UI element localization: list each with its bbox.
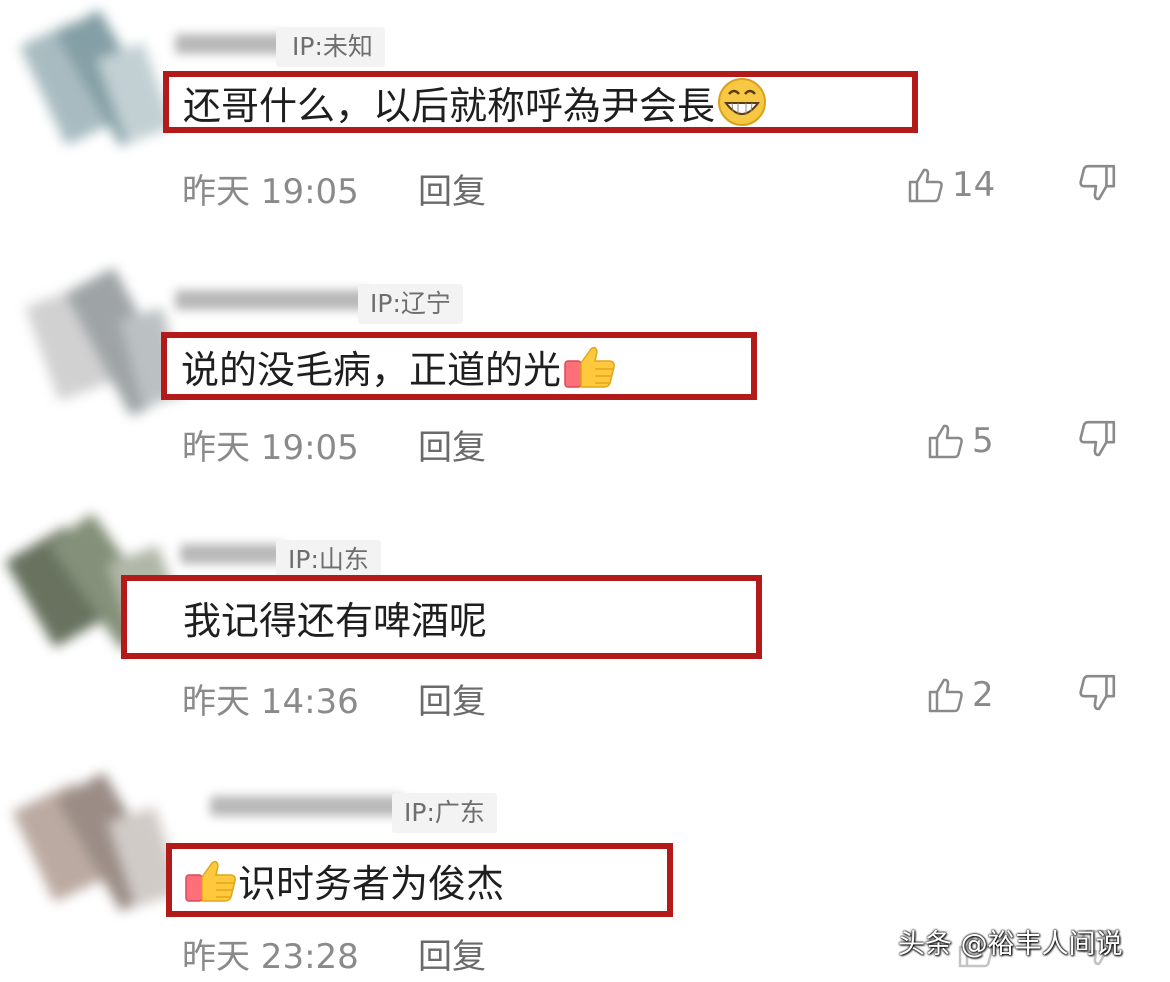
comment-meta-row: 昨天 14:36 回复 2 bbox=[0, 670, 1170, 723]
thumbs-up-outline-icon bbox=[928, 678, 963, 713]
watermark: 头条 @裕丰人间说 bbox=[898, 929, 1123, 960]
username-blurred[interactable] bbox=[210, 790, 410, 824]
comment-text-highlight: 识时务者为俊杰 bbox=[166, 843, 673, 917]
like-button[interactable]: 5 bbox=[926, 416, 994, 466]
comment-meta-row: 昨天 19:05 回复 5 bbox=[0, 416, 1170, 469]
thumbs-up-outline-icon bbox=[928, 424, 963, 459]
comment-time: 昨天 23:28 bbox=[182, 937, 359, 977]
thumbs-down-outline-icon[interactable] bbox=[1076, 672, 1118, 714]
reply-button[interactable]: 回复 bbox=[418, 674, 486, 723]
comment-time: 昨天 19:05 bbox=[182, 428, 359, 468]
ip-location-tag: IP:辽宁 bbox=[358, 284, 463, 324]
comment-time: 昨天 14:36 bbox=[182, 682, 359, 722]
thumbs-down-outline-icon[interactable] bbox=[1076, 162, 1118, 204]
comment-text-highlight: 说的没毛病，正道的光 bbox=[161, 332, 757, 400]
avatar[interactable] bbox=[19, 8, 174, 158]
like-button[interactable]: 14 bbox=[906, 160, 995, 210]
comment-text-highlight: 还哥什么，以后就称呼為尹会長 bbox=[163, 71, 918, 133]
username-blurred[interactable] bbox=[175, 284, 375, 318]
like-count: 5 bbox=[972, 421, 994, 461]
comment-text: 我记得还有啤酒呢 bbox=[183, 598, 488, 643]
comment-meta-row: 昨天 19:05 回复 14 bbox=[0, 160, 1170, 213]
like-count: 2 bbox=[972, 675, 994, 715]
thumbs-up-outline-icon bbox=[908, 168, 943, 203]
comment-text: 识时务者为俊杰 bbox=[238, 861, 505, 906]
reply-button[interactable]: 回复 bbox=[418, 929, 486, 978]
avatar[interactable] bbox=[12, 771, 185, 922]
grinning-face-emoji-icon bbox=[717, 77, 767, 127]
comment-text: 还哥什么，以后就称呼為尹会長 bbox=[183, 83, 716, 128]
reply-button[interactable]: 回复 bbox=[418, 420, 486, 469]
ip-location-tag: IP:广东 bbox=[392, 793, 497, 833]
ip-location-tag: IP:山东 bbox=[276, 540, 381, 580]
comment-text: 说的没毛病，正道的光 bbox=[181, 347, 562, 392]
like-button[interactable]: 2 bbox=[926, 670, 994, 720]
reply-button[interactable]: 回复 bbox=[418, 164, 486, 213]
thumbs-up-emoji-icon bbox=[563, 341, 615, 391]
username-blurred[interactable] bbox=[180, 538, 290, 572]
thumbs-up-emoji-icon bbox=[184, 855, 236, 905]
comment-text-highlight: 我记得还有啤酒呢 bbox=[121, 575, 762, 659]
ip-location-tag: IP:未知 bbox=[276, 27, 385, 67]
like-count: 14 bbox=[952, 165, 996, 205]
thumbs-down-outline-icon[interactable] bbox=[1076, 418, 1118, 460]
comment-time: 昨天 19:05 bbox=[182, 172, 359, 212]
